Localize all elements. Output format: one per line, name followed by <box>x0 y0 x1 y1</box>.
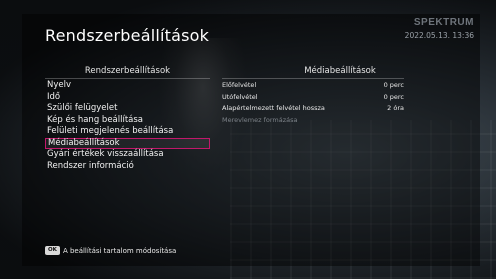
menu-item-rendszer-informacio[interactable]: Rendszer információ <box>45 161 210 173</box>
setting-label: Alapértelmezett felvétel hossza <box>222 104 325 112</box>
setting-value: 0 perc <box>383 81 404 89</box>
setting-row-utofelvetel[interactable]: Utófelvétel 0 perc <box>222 92 404 104</box>
setting-label: Előfelvétel <box>222 81 257 89</box>
menu-item-mediabeallitasok[interactable]: Médiabeállítások <box>45 137 210 149</box>
left-divider <box>45 78 210 79</box>
footer-hint-text: A beállítási tartalom módosítása <box>62 246 177 255</box>
ok-key-icon: OK <box>45 246 60 255</box>
setting-label: Merevlemez formázása <box>222 115 298 124</box>
brand-logo: SPEKTRUM <box>413 17 474 28</box>
settings-menu: Nyelv Idő Szülői felügyelet Kép és hang … <box>45 80 210 172</box>
menu-item-kep-es-hang[interactable]: Kép és hang beállítása <box>45 115 210 127</box>
menu-item-nyelv[interactable]: Nyelv <box>45 80 210 92</box>
left-panel-heading: Rendszerbeállítások <box>84 66 171 76</box>
setting-value: 0 perc <box>383 92 404 101</box>
menu-item-ido[interactable]: Idő <box>45 92 210 104</box>
setting-label: Utófelvétel <box>222 92 258 101</box>
right-panel-heading: Médiabeállítások <box>304 66 376 76</box>
right-divider <box>222 78 404 79</box>
setting-value: 2 óra <box>387 104 404 112</box>
media-settings-list: Előfelvétel 0 perc Utófelvétel 0 perc Al… <box>222 80 404 126</box>
datetime: 2022.05.13. 13:36 <box>404 31 474 40</box>
menu-item-gyari-ertekek[interactable]: Gyári értékek visszaállítása <box>45 149 210 161</box>
menu-item-szuloi-felugyelet[interactable]: Szülői felügyelet <box>45 103 210 115</box>
setting-row-elofelvetel[interactable]: Előfelvétel 0 perc <box>222 80 404 92</box>
page-title: Rendszerbeállítások <box>45 26 210 45</box>
footer-hint: OK A beállítási tartalom módosítása <box>45 246 176 255</box>
setting-row-alapertelmezett-hossz[interactable]: Alapértelmezett felvétel hossza 2 óra <box>222 103 404 115</box>
menu-item-feluleti-megjelenes[interactable]: Felületi megjelenés beállítása <box>45 126 210 138</box>
setting-row-merevlemez-formazasa[interactable]: Merevlemez formázása <box>222 115 404 127</box>
